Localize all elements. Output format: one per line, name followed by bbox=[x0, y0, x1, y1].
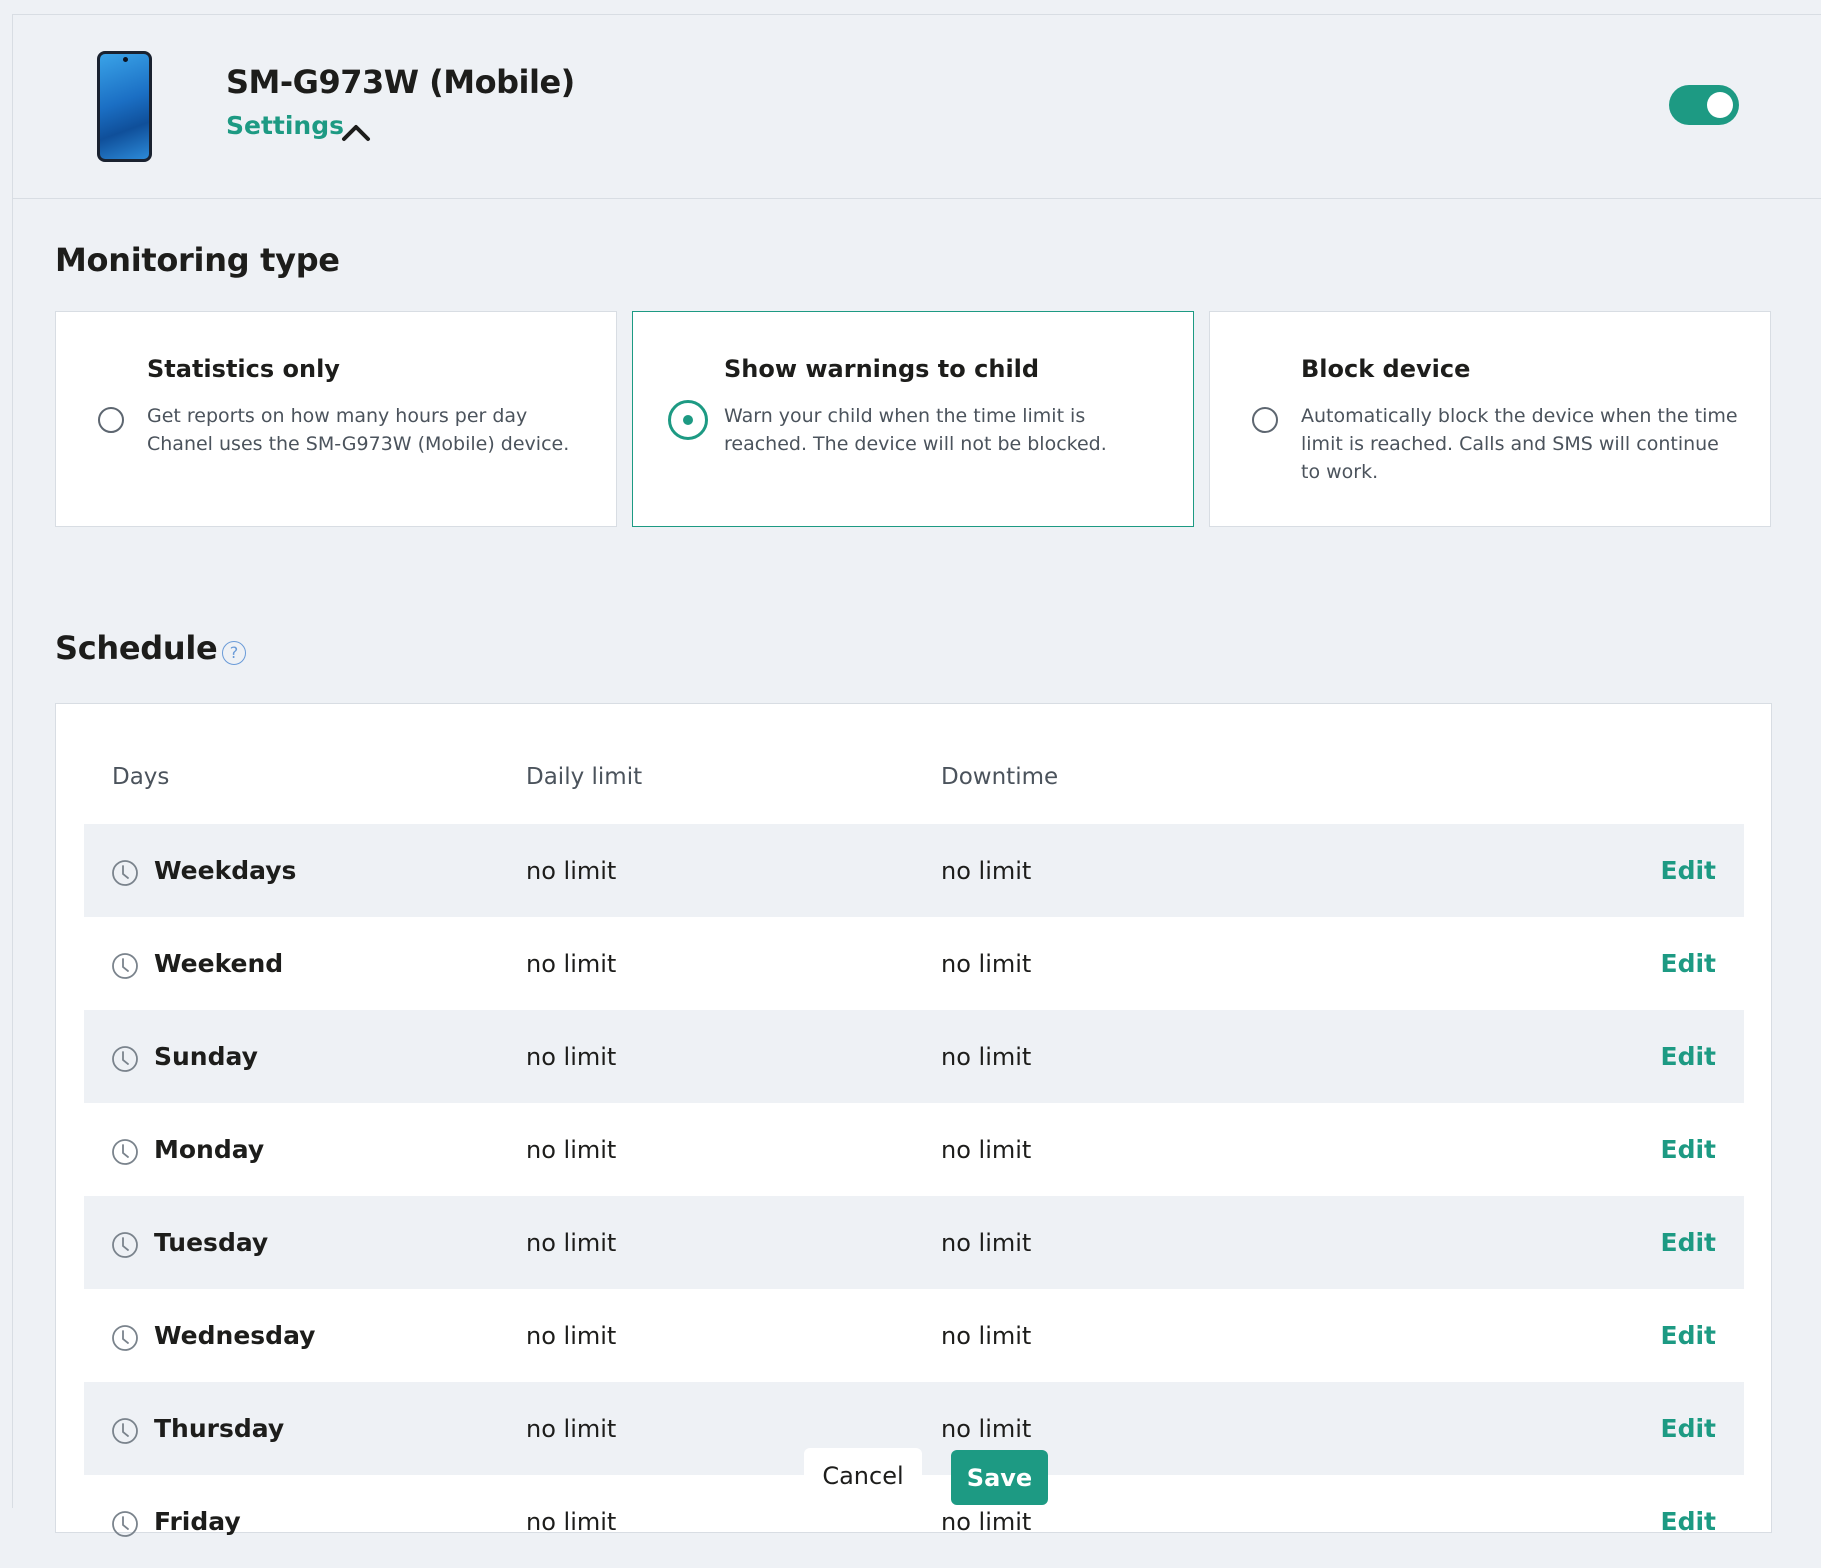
schedule-table: Days Daily limit Downtime Weekdays no lim… bbox=[55, 703, 1772, 1537]
edit-link[interactable]: Edit bbox=[1661, 1042, 1717, 1071]
radio-button[interactable] bbox=[98, 407, 124, 433]
option-block-device[interactable]: Block device Automatically block the dev… bbox=[1209, 311, 1771, 527]
daily-limit-value: no limit bbox=[526, 1508, 617, 1536]
downtime-value: no limit bbox=[941, 1415, 1032, 1443]
option-description: Automatically block the device when the … bbox=[1301, 405, 1738, 483]
option-description: Get reports on how many hours per day Ch… bbox=[147, 405, 570, 455]
question-circle-icon[interactable]: ? bbox=[222, 641, 246, 665]
clock-icon bbox=[112, 1046, 138, 1072]
clock-icon bbox=[112, 953, 138, 979]
device-header: SM-G973W (Mobile) Settings bbox=[13, 15, 1821, 199]
day-label: Weekend bbox=[154, 949, 284, 978]
column-days: Days bbox=[112, 764, 170, 790]
edit-link[interactable]: Edit bbox=[1661, 949, 1717, 978]
table-header: Days Daily limit Downtime bbox=[56, 704, 1771, 824]
clock-icon bbox=[112, 1511, 138, 1537]
clock-icon bbox=[112, 1232, 138, 1258]
day-label: Thursday bbox=[154, 1414, 285, 1443]
monitoring-type-title: Monitoring type bbox=[55, 241, 340, 279]
option-description: Warn your child when the time limit is r… bbox=[724, 405, 1107, 455]
downtime-value: no limit bbox=[941, 1229, 1032, 1257]
device-settings-panel: SM-G973W (Mobile) Settings Monitoring ty… bbox=[12, 14, 1821, 1537]
daily-limit-value: no limit bbox=[526, 1229, 617, 1257]
clock-icon bbox=[112, 860, 138, 886]
column-downtime: Downtime bbox=[941, 764, 1059, 790]
edit-link[interactable]: Edit bbox=[1661, 1321, 1717, 1350]
downtime-value: no limit bbox=[941, 857, 1032, 885]
downtime-value: no limit bbox=[941, 950, 1032, 978]
option-title: Show warnings to child bbox=[724, 355, 1040, 383]
day-label: Wednesday bbox=[154, 1321, 316, 1350]
daily-limit-value: no limit bbox=[526, 1136, 617, 1164]
table-row: Wednesday no limit no limit Edit bbox=[84, 1289, 1744, 1382]
day-label: Tuesday bbox=[154, 1228, 269, 1257]
edit-link[interactable]: Edit bbox=[1661, 1507, 1717, 1536]
daily-limit-value: no limit bbox=[526, 1322, 617, 1350]
chevron-up-icon[interactable] bbox=[341, 121, 371, 143]
option-show-warnings[interactable]: Show warnings to child Warn your child w… bbox=[632, 311, 1194, 527]
downtime-value: no limit bbox=[941, 1043, 1032, 1071]
save-button[interactable]: Save bbox=[951, 1450, 1048, 1505]
radio-button-selected[interactable] bbox=[668, 400, 708, 440]
day-label: Friday bbox=[154, 1507, 241, 1536]
daily-limit-value: no limit bbox=[526, 950, 617, 978]
table-row: Sunday no limit no limit Edit bbox=[84, 1010, 1744, 1103]
settings-link[interactable]: Settings bbox=[226, 111, 344, 140]
downtime-value: no limit bbox=[941, 1136, 1032, 1164]
day-label: Sunday bbox=[154, 1042, 258, 1071]
device-name: SM-G973W (Mobile) bbox=[226, 63, 575, 101]
schedule-title: Schedule bbox=[55, 629, 218, 667]
option-title: Statistics only bbox=[147, 355, 340, 383]
table-row: Weekend no limit no limit Edit bbox=[84, 917, 1744, 1010]
daily-limit-value: no limit bbox=[526, 1415, 617, 1443]
clock-icon bbox=[112, 1418, 138, 1444]
clock-icon bbox=[112, 1325, 138, 1351]
table-row: Monday no limit no limit Edit bbox=[84, 1103, 1744, 1196]
cancel-button[interactable]: Cancel bbox=[804, 1448, 922, 1504]
edit-link[interactable]: Edit bbox=[1661, 856, 1717, 885]
edit-link[interactable]: Edit bbox=[1661, 1414, 1717, 1443]
device-monitoring-toggle[interactable] bbox=[1669, 85, 1739, 125]
day-label: Weekdays bbox=[154, 856, 297, 885]
daily-limit-value: no limit bbox=[526, 1043, 617, 1071]
edit-link[interactable]: Edit bbox=[1661, 1135, 1717, 1164]
downtime-value: no limit bbox=[941, 1322, 1032, 1350]
option-title: Block device bbox=[1301, 355, 1471, 383]
table-row: Tuesday no limit no limit Edit bbox=[84, 1196, 1744, 1289]
edit-link[interactable]: Edit bbox=[1661, 1228, 1717, 1257]
radio-button[interactable] bbox=[1252, 407, 1278, 433]
phone-icon bbox=[97, 51, 152, 162]
day-label: Monday bbox=[154, 1135, 265, 1164]
daily-limit-value: no limit bbox=[526, 857, 617, 885]
downtime-value: no limit bbox=[941, 1508, 1032, 1536]
column-daily-limit: Daily limit bbox=[526, 764, 643, 790]
table-row: Weekdays no limit no limit Edit bbox=[84, 824, 1744, 917]
clock-icon bbox=[112, 1139, 138, 1165]
option-statistics-only[interactable]: Statistics only Get reports on how many … bbox=[55, 311, 617, 527]
